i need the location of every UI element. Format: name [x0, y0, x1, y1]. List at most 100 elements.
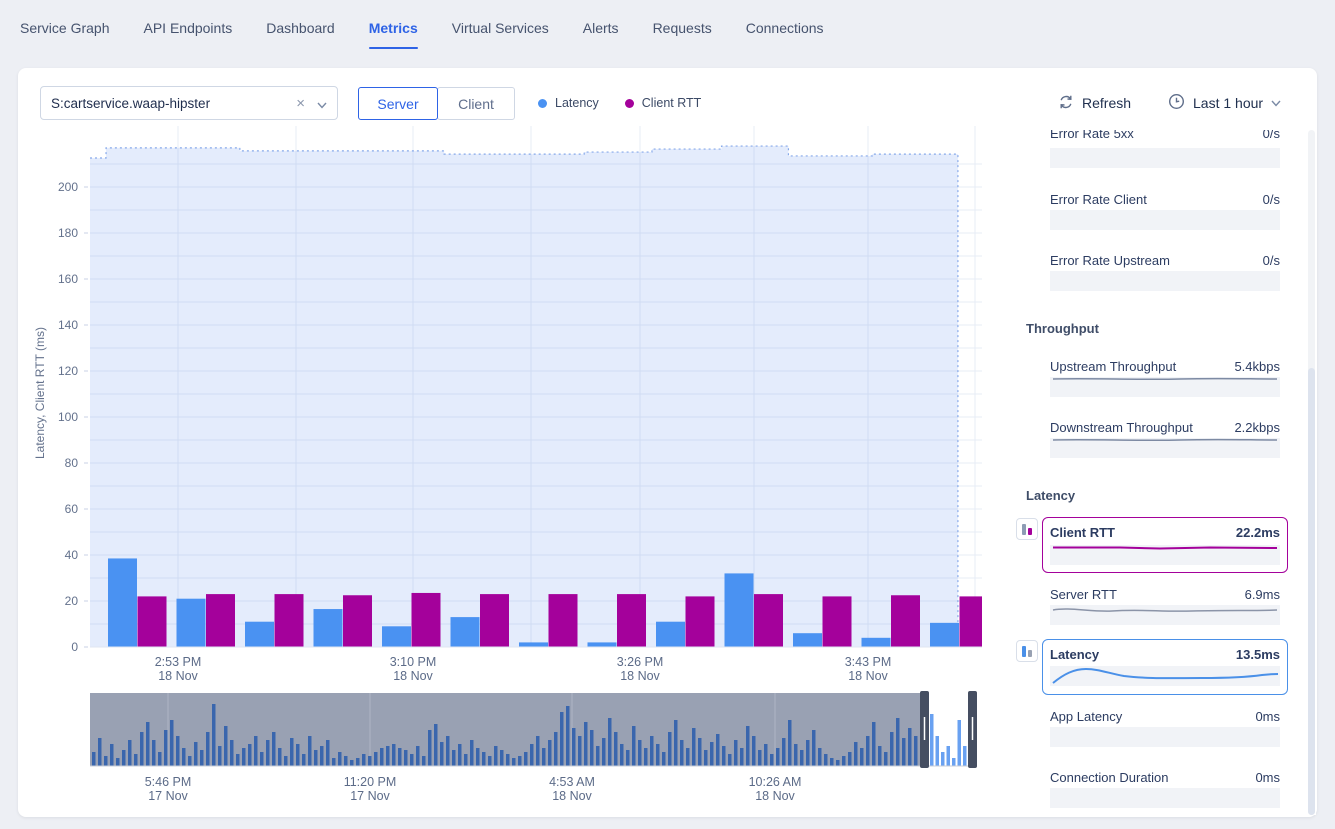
latency-bar[interactable]: [108, 558, 137, 647]
time-range-selector[interactable]: Last 1 hour: [1168, 86, 1281, 120]
bar-icon: [1022, 646, 1026, 657]
brush-bar: [290, 738, 294, 766]
metric-sparkline-downstream-throughput: [1050, 438, 1280, 458]
brush-bar: [404, 750, 408, 766]
section-header-throughput: Throughput: [1026, 321, 1099, 336]
legend-item-client-rtt[interactable]: Client RTT: [625, 96, 702, 110]
metric-icon-client-rtt[interactable]: [1016, 518, 1038, 540]
tab-dashboard[interactable]: Dashboard: [266, 20, 335, 36]
x-tick-time: 3:43 PM: [845, 655, 892, 669]
metric-value-error-rate-upstream: 0/s: [1263, 253, 1280, 268]
metric-sparkline-error-rate-client: [1050, 210, 1280, 230]
chevron-down-icon[interactable]: [317, 97, 327, 112]
brush-bar: [638, 740, 642, 766]
brush-bar: [368, 756, 372, 766]
brush-bar: [620, 744, 624, 766]
clear-icon[interactable]: ×: [296, 95, 305, 112]
tab-metrics[interactable]: Metrics: [369, 20, 418, 36]
brush-tick-time: 4:53 AM: [549, 775, 595, 789]
brush-bar: [818, 748, 822, 766]
client-rtt-bar[interactable]: [617, 594, 646, 647]
latency-bar[interactable]: [177, 599, 206, 647]
server-toggle-button[interactable]: Server: [358, 87, 438, 120]
client-rtt-bar[interactable]: [686, 596, 715, 647]
service-select[interactable]: S:cartservice.waap-hipster ×: [40, 86, 338, 120]
tab-alerts[interactable]: Alerts: [583, 20, 619, 36]
brush-chart[interactable]: [90, 691, 977, 768]
brush-bar: [410, 754, 414, 766]
brush-bar: [860, 748, 864, 766]
client-rtt-bar[interactable]: [823, 596, 852, 647]
latency-bar[interactable]: [588, 642, 617, 647]
brush-bar: [878, 746, 882, 766]
brush-bar: [758, 750, 762, 766]
refresh-button[interactable]: Refresh: [1058, 86, 1131, 120]
brush-bar-selected: [941, 752, 945, 766]
x-tick-date: 18 Nov: [620, 669, 660, 683]
client-rtt-bar[interactable]: [412, 593, 441, 647]
brush-bar: [464, 754, 468, 766]
legend-item-latency[interactable]: Latency: [538, 96, 599, 110]
latency-bar[interactable]: [382, 626, 411, 647]
tab-virtual-services[interactable]: Virtual Services: [452, 20, 549, 36]
brush-bar: [632, 726, 636, 766]
brush-bar: [236, 754, 240, 766]
brush-bar: [542, 748, 546, 766]
brush-bar: [392, 744, 396, 766]
selection-overlay[interactable]: [90, 146, 958, 647]
latency-bar[interactable]: [862, 638, 891, 647]
brush-bar: [254, 736, 258, 766]
tab-api-endpoints[interactable]: API Endpoints: [143, 20, 232, 36]
sparkline-client-rtt: [1050, 539, 1280, 565]
latency-bar[interactable]: [930, 623, 959, 647]
brush-bar: [716, 734, 720, 766]
brush-bar: [494, 746, 498, 766]
brush-bar: [536, 736, 540, 766]
brush-tick-date: 17 Nov: [148, 789, 188, 803]
client-rtt-bar[interactable]: [754, 594, 783, 647]
client-rtt-bar[interactable]: [206, 594, 235, 647]
brush-bar: [830, 758, 834, 766]
brush-bar: [728, 754, 732, 766]
brush-bar: [344, 756, 348, 766]
latency-bar[interactable]: [519, 642, 548, 647]
brush-bar: [596, 746, 600, 766]
brush-bar: [272, 732, 276, 766]
brush-bar: [98, 738, 102, 766]
brush-bar: [590, 730, 594, 766]
latency-bar[interactable]: [314, 609, 343, 647]
latency-bar[interactable]: [451, 617, 480, 647]
brush-bar: [710, 742, 714, 766]
client-rtt-bar[interactable]: [343, 595, 372, 647]
metric-value-connection-duration: 0ms: [1255, 770, 1280, 785]
brush-bar: [512, 758, 516, 766]
latency-bar[interactable]: [725, 573, 754, 647]
brush-bar: [380, 748, 384, 766]
metric-icon-latency[interactable]: [1016, 640, 1038, 662]
client-rtt-bar[interactable]: [480, 594, 509, 647]
sidebar-scrollbar[interactable]: [1308, 130, 1315, 815]
latency-bar[interactable]: [245, 622, 274, 647]
latency-bar[interactable]: [793, 633, 822, 647]
client-rtt-bar[interactable]: [549, 594, 578, 647]
client-rtt-bar[interactable]: [960, 596, 983, 647]
latency-chart[interactable]: Latency, Client RTT (ms)0204060801001201…: [18, 68, 996, 817]
tab-requests[interactable]: Requests: [653, 20, 712, 36]
scrollbar-thumb[interactable]: [1308, 368, 1315, 815]
brush-bar: [872, 722, 876, 766]
brush-bar-selected: [947, 746, 951, 766]
brush-bar: [104, 756, 108, 766]
tab-service-graph[interactable]: Service Graph: [20, 20, 109, 36]
client-rtt-bar[interactable]: [138, 596, 167, 647]
brush-bar: [470, 740, 474, 766]
tab-connections[interactable]: Connections: [746, 20, 824, 36]
y-axis-title: Latency, Client RTT (ms): [33, 327, 47, 459]
y-tick-label: 200: [58, 180, 78, 194]
top-nav: Service Graph API Endpoints Dashboard Metri…: [0, 0, 1335, 56]
legend-label: Latency: [555, 96, 599, 110]
client-rtt-bar[interactable]: [275, 594, 304, 647]
client-toggle-button[interactable]: Client: [437, 87, 515, 120]
latency-bar[interactable]: [656, 622, 685, 647]
brush-bar: [248, 744, 252, 766]
client-rtt-bar[interactable]: [891, 595, 920, 647]
